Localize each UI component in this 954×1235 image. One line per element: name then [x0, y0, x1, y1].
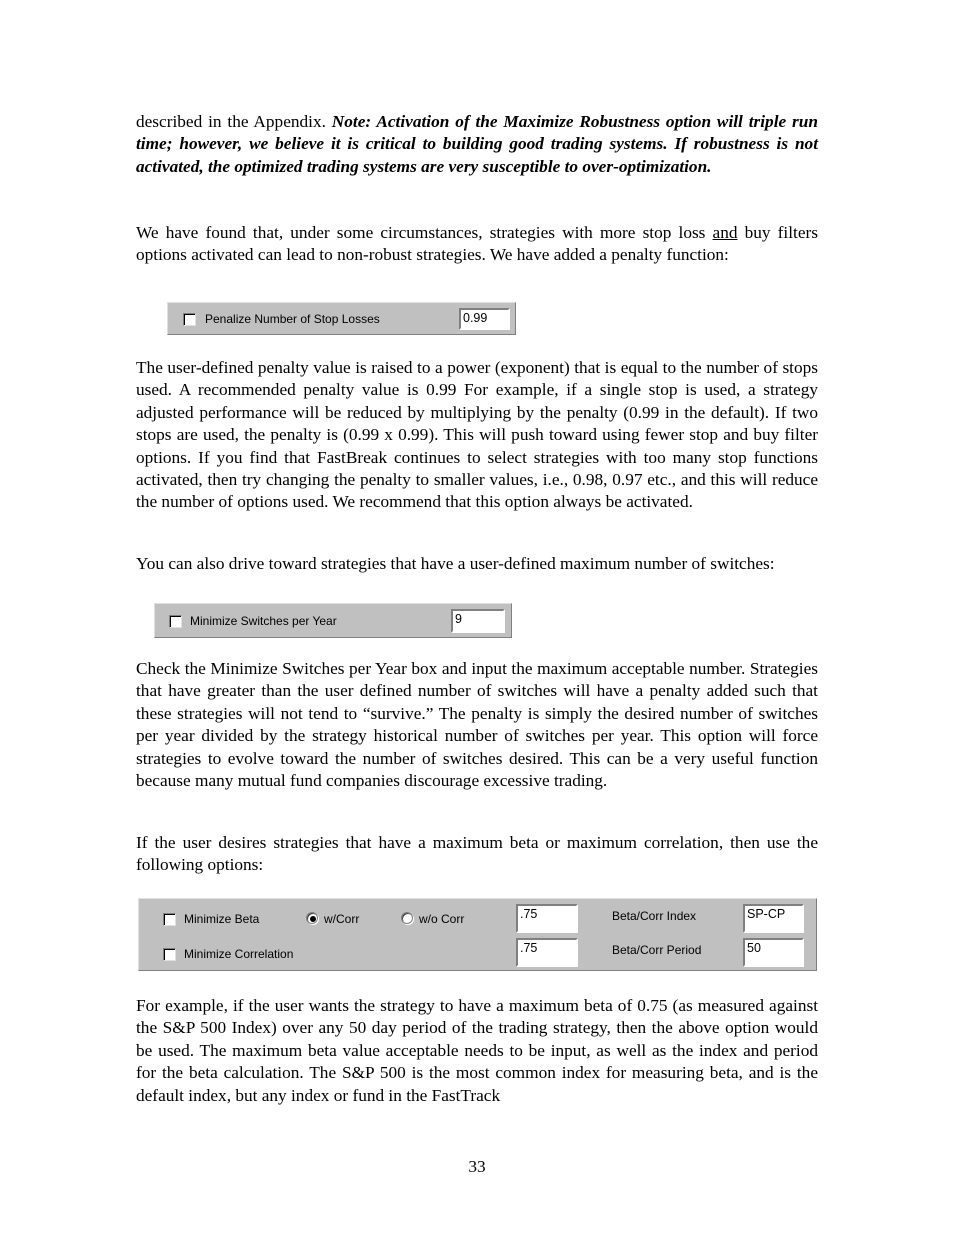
- radio-with-corr-label: w/Corr: [324, 912, 360, 926]
- paragraph-penalty-explanation: The user-defined penalty value is raised…: [136, 358, 818, 512]
- minimize-switches-panel: Minimize Switches per Year 9: [154, 603, 512, 638]
- paragraph-text-part-1: We have found that, under some circumsta…: [136, 223, 713, 242]
- paragraph-beta-correlation-intro: If the user desires strategies that have…: [136, 833, 818, 875]
- penalize-stop-losses-panel: Penalize Number of Stop Losses 0.99: [167, 302, 516, 335]
- minimize-correlation-checkbox[interactable]: [163, 948, 176, 961]
- beta-corr-period-input[interactable]: 50: [743, 938, 804, 967]
- page-number: 33: [468, 1157, 486, 1176]
- paragraph-max-switches-intro: You can also drive toward strategies tha…: [136, 554, 775, 573]
- radio-without-corr-label: w/o Corr: [419, 912, 465, 926]
- paragraph-penalty-function-intro: We have found that, under some circumsta…: [136, 222, 818, 267]
- penalize-stop-losses-label: Penalize Number of Stop Losses: [205, 312, 380, 326]
- beta-correlation-panel: Minimize Beta Minimize Correlation w/Cor…: [138, 898, 817, 971]
- beta-corr-index-label: Beta/Corr Index: [612, 909, 697, 923]
- radio-with-corr[interactable]: [306, 912, 318, 924]
- minimize-correlation-label: Minimize Correlation: [184, 947, 294, 961]
- correlation-value-input[interactable]: .75: [516, 938, 578, 967]
- paragraph-lead-text: described in the Appendix.: [136, 112, 332, 131]
- minimize-beta-checkbox[interactable]: [163, 913, 176, 926]
- minimize-switches-value-input[interactable]: 9: [451, 609, 505, 633]
- minimize-beta-label: Minimize Beta: [184, 912, 260, 926]
- paragraph-beta-example: For example, if the user wants the strat…: [136, 996, 818, 1105]
- penalize-stop-losses-value-input[interactable]: 0.99: [459, 308, 510, 330]
- radio-with-corr-dot: [310, 916, 316, 922]
- document-page: described in the Appendix. Note: Activat…: [136, 0, 818, 1235]
- paragraph-appendix-note: described in the Appendix. Note: Activat…: [136, 111, 818, 178]
- emphasis-and: and: [712, 223, 738, 242]
- beta-corr-index-input[interactable]: SP-CP: [743, 904, 804, 933]
- beta-corr-period-label: Beta/Corr Period: [612, 943, 702, 957]
- penalize-stop-losses-checkbox[interactable]: [183, 313, 196, 326]
- beta-value-input[interactable]: .75: [516, 904, 578, 933]
- minimize-switches-checkbox[interactable]: [169, 615, 182, 628]
- paragraph-switches-explanation: Check the Minimize Switches per Year box…: [136, 659, 818, 791]
- minimize-switches-label: Minimize Switches per Year: [190, 614, 337, 628]
- radio-without-corr[interactable]: [401, 912, 413, 924]
